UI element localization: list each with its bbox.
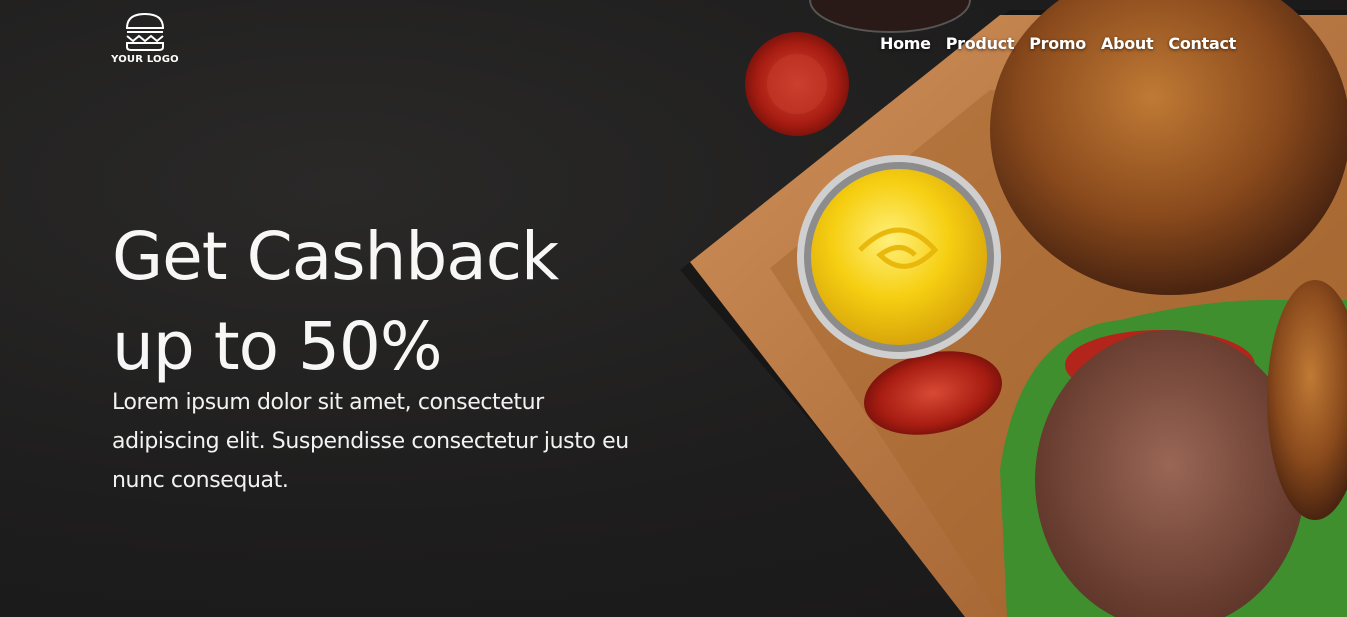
nav-contact[interactable]: Contact <box>1168 34 1236 53</box>
headline-line-2: up to 50% <box>112 308 443 385</box>
nav-product[interactable]: Product <box>946 34 1015 53</box>
logo-text: YOUR LOGO <box>111 54 179 65</box>
main-nav: Home Product Promo About Contact <box>880 34 1236 53</box>
headline-line-1: Get Cashback <box>112 218 559 295</box>
hero-headline: Get Cashback up to 50% <box>112 212 632 392</box>
logo[interactable]: YOUR LOGO <box>110 10 180 65</box>
burger-icon <box>125 12 165 51</box>
nav-home[interactable]: Home <box>880 34 931 53</box>
nav-promo[interactable]: Promo <box>1029 34 1086 53</box>
hero-description: Lorem ipsum dolor sit amet, consectetur … <box>112 390 629 493</box>
nav-about[interactable]: About <box>1101 34 1154 53</box>
